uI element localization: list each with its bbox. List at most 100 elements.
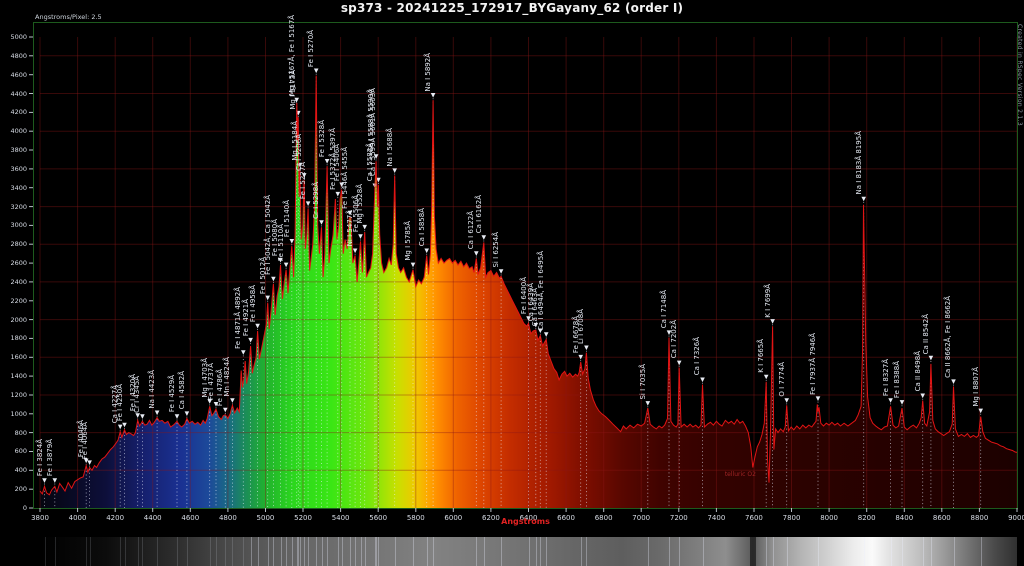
spectral-line-label: Mg I 5173Å — [289, 70, 298, 110]
spectral-line-label: Si I 6254Å — [492, 232, 501, 268]
strip-line — [546, 537, 547, 566]
spectral-line-label: Mg I 5785Å — [404, 221, 413, 261]
strip-line — [286, 537, 287, 566]
y-tick-label: 5000 — [0, 33, 27, 41]
spectral-line-label: Mg I 5528Å — [356, 184, 365, 224]
spectral-line-label: Ca I 6162Å — [475, 195, 484, 233]
strip-line — [981, 537, 982, 566]
strip-line — [484, 537, 485, 566]
strip-line — [433, 537, 434, 566]
spectral-line-label: Na I 8183Å 8195Å — [855, 131, 864, 194]
strip-line — [142, 537, 143, 566]
y-tick-label: 3600 — [0, 165, 27, 173]
spectral-line-label: Fe I 8327Å — [882, 359, 891, 396]
strip-line — [427, 537, 428, 566]
strip-line — [413, 537, 414, 566]
strip-line — [327, 537, 328, 566]
strip-line — [773, 537, 774, 566]
spectral-line-label: Ca I 7326Å — [693, 337, 702, 375]
spectral-line-label: K I 7665Å — [757, 339, 766, 373]
spectral-line-label: Na I 5892Å — [424, 53, 433, 92]
strip-line — [703, 537, 704, 566]
spectral-line-label: Fe I 4250Å — [116, 384, 125, 421]
y-tick-label: 0 — [0, 504, 27, 512]
spectral-line-label: Ca I 7202Å — [670, 320, 679, 358]
spectral-line-label: Ca I 5858Å — [418, 208, 427, 246]
strip-line — [338, 537, 339, 566]
strip-line — [787, 537, 788, 566]
strip-line — [679, 537, 680, 566]
strip-line — [258, 537, 259, 566]
spectral-line-label: Fe I 4958Å — [249, 285, 258, 322]
spectral-line-label: Fe I 4737Å — [207, 363, 216, 400]
telluric-band — [750, 537, 756, 566]
strip-line — [954, 537, 955, 566]
spectrum-strip-image — [40, 537, 1017, 566]
spectral-line-label: Ca I 6494Å, Fe I 6495Å — [537, 251, 546, 331]
spectral-line-label: Ca I 4582Å — [178, 371, 187, 409]
strip-line — [669, 537, 670, 566]
y-tick-label: 1400 — [0, 372, 27, 380]
strip-line — [216, 537, 217, 566]
spectral-line-label: Fe I 5227Å — [299, 162, 308, 199]
strip-line — [86, 537, 87, 566]
y-tick-label: 4400 — [0, 90, 27, 98]
y-tick-label: 3400 — [0, 184, 27, 192]
strip-line — [125, 537, 126, 566]
rspec-window: sp373 - 20241225_172917_BYGayany_62 (ord… — [0, 0, 1024, 566]
strip-line — [818, 537, 819, 566]
spectral-line-label: O I 7774Å — [778, 362, 787, 397]
strip-line — [540, 537, 541, 566]
strip-line — [365, 537, 366, 566]
strip-line — [268, 537, 269, 566]
strip-line — [501, 537, 502, 566]
strip-line — [931, 537, 932, 566]
y-tick-label: 3200 — [0, 203, 27, 211]
spectral-line-label: Mg I 8807Å — [972, 367, 981, 407]
y-tick-label: 4600 — [0, 71, 27, 79]
y-tick-label: 600 — [0, 447, 27, 455]
strip-line — [304, 537, 305, 566]
spectral-line-label: Ca II 8498Å — [914, 351, 923, 391]
strip-line — [120, 537, 121, 566]
strip-line — [476, 537, 477, 566]
y-tick-label: 2800 — [0, 240, 27, 248]
spectrum-plot-canvas[interactable] — [29, 22, 1018, 514]
y-tick-label: 1800 — [0, 334, 27, 342]
strip-line — [232, 537, 233, 566]
y-tick-label: 4000 — [0, 127, 27, 135]
strip-line — [281, 537, 282, 566]
spectral-line-label: Fe I 3824Å — [36, 439, 45, 476]
y-tick-label: 2200 — [0, 297, 27, 305]
spectral-line-label: Fe I 5140Å — [283, 200, 292, 237]
strip-line — [395, 537, 396, 566]
spectral-line-label: Mn I 4824Å — [223, 357, 232, 397]
y-tick-label: 200 — [0, 485, 27, 493]
y-tick-label: 1600 — [0, 353, 27, 361]
strip-line — [316, 537, 317, 566]
spectral-line-label: Na I 5688Å — [386, 128, 395, 167]
strip-line — [90, 537, 91, 566]
spectral-line-label: Fe I 7937Å 7946Å — [809, 333, 818, 395]
strip-line — [225, 537, 226, 566]
strip-line — [243, 537, 244, 566]
window-title: sp373 - 20241225_172917_BYGayany_62 (ord… — [0, 1, 1024, 15]
strip-line — [251, 537, 252, 566]
angstroms-per-pixel-label: Angstroms/Pixel: 2.5 — [35, 13, 102, 21]
strip-line — [300, 537, 301, 566]
strip-line — [902, 537, 903, 566]
strip-line — [157, 537, 158, 566]
strip-line — [187, 537, 188, 566]
strip-line — [45, 537, 46, 566]
strip-line — [55, 537, 56, 566]
y-tick-label: 2600 — [0, 259, 27, 267]
spectral-line-label: Si I 7035Å — [639, 364, 648, 400]
spectral-line-label: Fe I 4064Å — [81, 422, 90, 459]
spectral-line-label: Fe I 4529Å — [168, 375, 177, 412]
strip-line — [138, 537, 139, 566]
y-tick-label: 2400 — [0, 278, 27, 286]
spectral-line-label: Cr I 4345Å — [133, 376, 142, 413]
spectral-line-label: Cr I 5298Å — [312, 182, 321, 219]
strip-line — [376, 537, 377, 566]
strip-line — [292, 537, 293, 566]
